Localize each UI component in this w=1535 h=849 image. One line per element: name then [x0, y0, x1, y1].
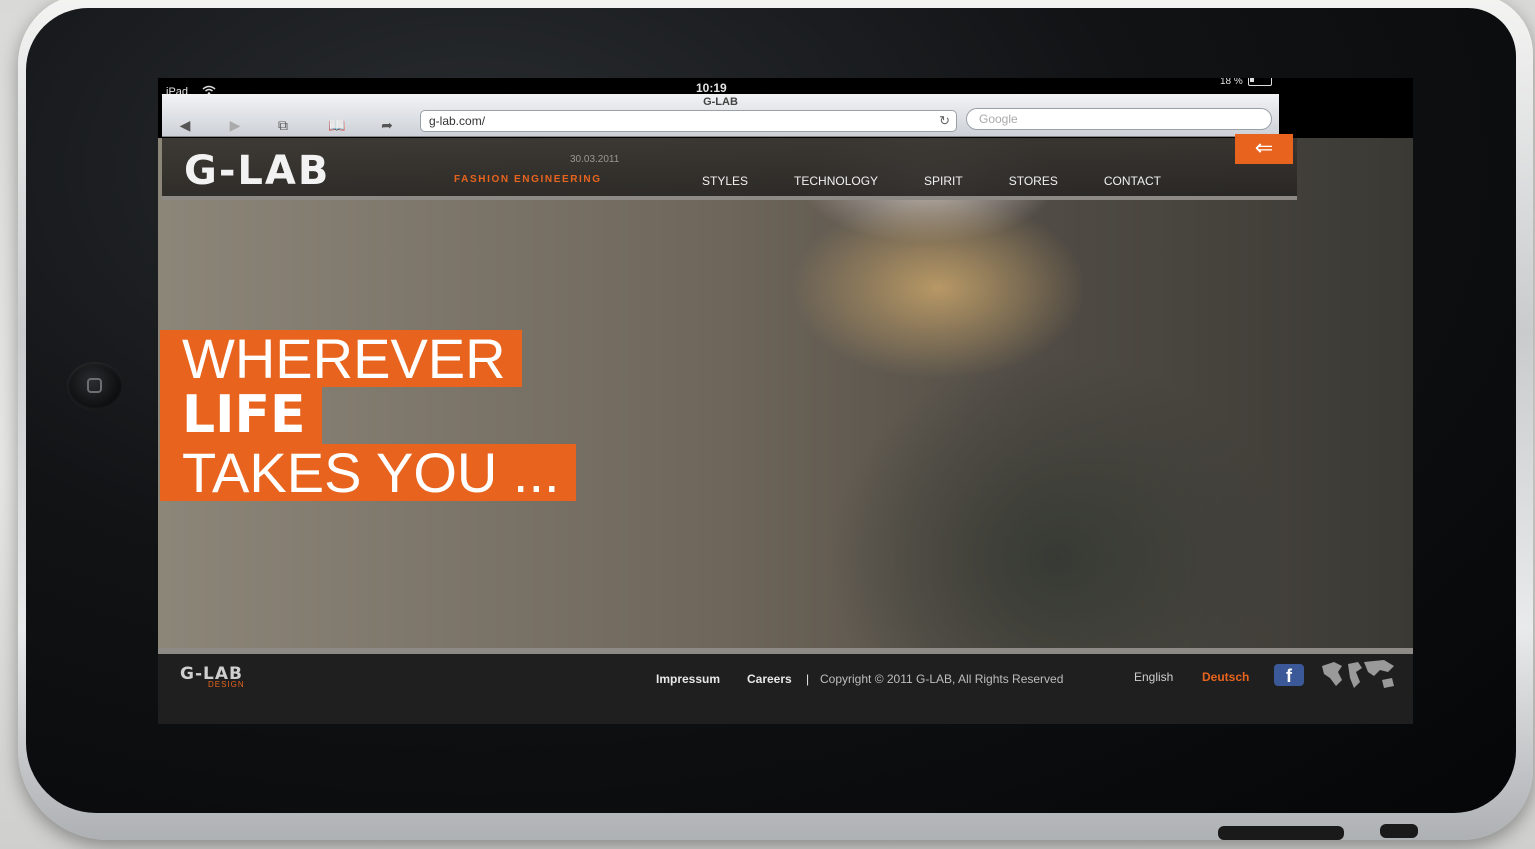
headline-line-2: LIFE [160, 387, 322, 444]
bookmarks-icon[interactable]: 📖 [326, 118, 348, 132]
site-back-button[interactable]: ⇐ [1235, 134, 1293, 164]
site-header: G-LAB 30.03.2011 FASHION ENGINEERING STY… [162, 134, 1297, 200]
status-time: 10:19 [696, 81, 727, 95]
forward-arrow-icon[interactable]: ▶ [224, 118, 246, 132]
nav-item-stores[interactable]: STORES [1009, 174, 1058, 188]
mute-switch[interactable] [1380, 824, 1418, 838]
search-input[interactable]: Google [966, 108, 1272, 130]
volume-button[interactable] [1218, 826, 1344, 840]
reload-icon[interactable]: ↻ [939, 113, 950, 129]
impressum-link[interactable]: Impressum [656, 672, 720, 686]
browser-toolbar: G-LAB ◀ ▶ ⧉ 📖 ➦ g-lab.com/ ↻ Google [162, 94, 1279, 137]
hero-headline: WHEREVER LIFE TAKES YOU ... [160, 330, 576, 501]
lang-deutsch-link[interactable]: Deutsch [1202, 670, 1249, 684]
world-map-icon[interactable] [1318, 658, 1398, 692]
page-title: G-LAB [703, 96, 738, 108]
facebook-icon[interactable]: f [1274, 664, 1304, 686]
battery-icon [1248, 78, 1272, 86]
site-tagline: FASHION ENGINEERING [454, 174, 602, 185]
search-placeholder: Google [979, 112, 1018, 126]
site-logo[interactable]: G-LAB [184, 148, 330, 194]
tabs-icon[interactable]: ⧉ [272, 118, 294, 132]
url-field[interactable]: g-lab.com/ ↻ [420, 110, 957, 132]
website: G-LAB 30.03.2011 FASHION ENGINEERING STY… [158, 134, 1413, 724]
site-date: 30.03.2011 [570, 154, 620, 165]
share-icon[interactable]: ➦ [376, 118, 398, 132]
nav-item-spirit[interactable]: SPIRIT [924, 174, 963, 188]
nav-item-contact[interactable]: CONTACT [1104, 174, 1161, 188]
back-arrow-icon: ⇐ [1254, 135, 1274, 160]
headline-line-3: TAKES YOU ... [160, 444, 576, 501]
url-text: g-lab.com/ [429, 114, 486, 128]
back-arrow-icon[interactable]: ◀ [174, 118, 196, 132]
lang-english-link[interactable]: English [1134, 670, 1173, 684]
footer-logo-sub: DESIGN [208, 680, 245, 689]
battery-percent: 18 % [1220, 78, 1243, 87]
home-button[interactable] [67, 362, 123, 410]
main-nav: STYLES TECHNOLOGY SPIRIT STORES CONTACT [702, 174, 1207, 188]
careers-link[interactable]: Careers [747, 672, 792, 686]
screen: iPad 10:19 18 % G-LAB ◀ ▶ ⧉ 📖 ➦ g-lab.co… [158, 78, 1413, 724]
nav-item-styles[interactable]: STYLES [702, 174, 748, 188]
site-footer: G-LAB DESIGN Impressum Careers | Copyrig… [158, 648, 1413, 724]
headline-line-1: WHEREVER [160, 330, 522, 387]
footer-separator: | [806, 672, 810, 686]
copyright-text: Copyright © 2011 G-LAB, All Rights Reser… [820, 672, 1064, 686]
nav-item-technology[interactable]: TECHNOLOGY [794, 174, 878, 188]
